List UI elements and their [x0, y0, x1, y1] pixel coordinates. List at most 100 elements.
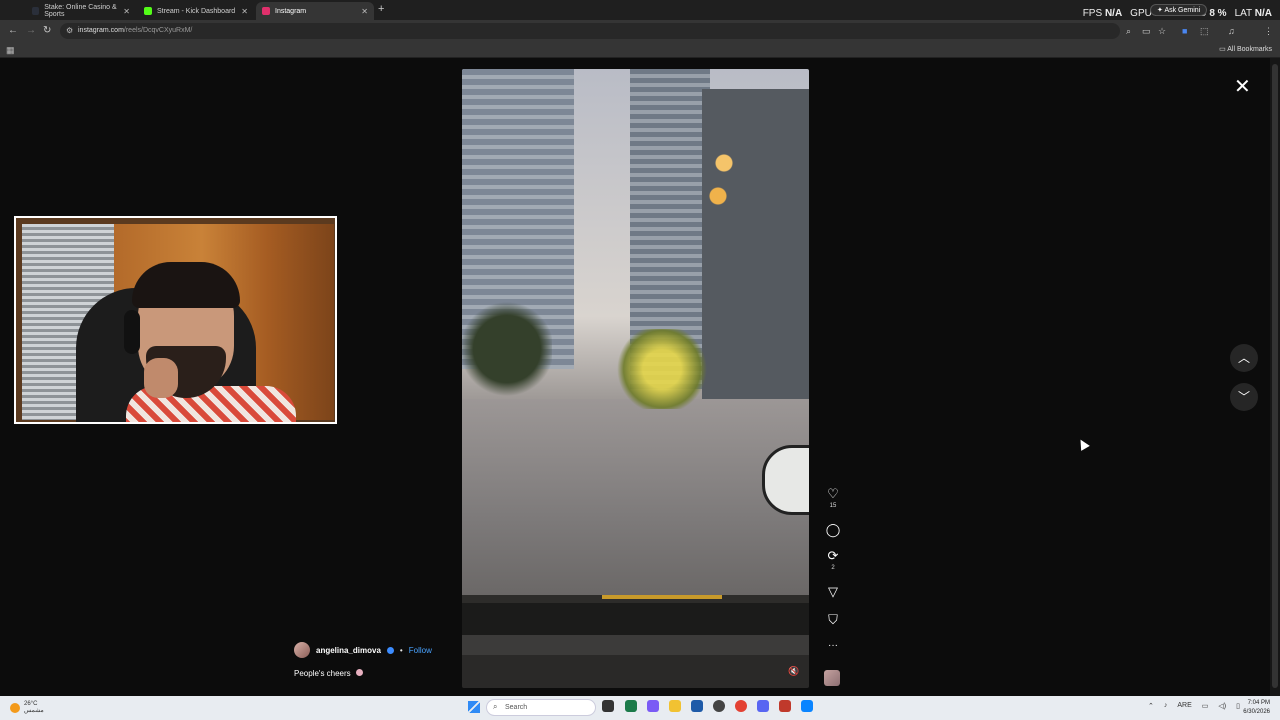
star-icon[interactable]: ☆ [1158, 26, 1166, 37]
bookmark-icon: ⛉ [828, 612, 838, 627]
volume-icon[interactable]: ◁) [1218, 702, 1226, 710]
sun-icon [10, 703, 20, 713]
more-options-button[interactable]: ··· [822, 640, 844, 651]
close-reel-icon[interactable]: ✕ [1234, 74, 1251, 99]
stake-favicon-icon [32, 7, 40, 15]
url-host: instagram.com [78, 27, 124, 34]
search-placeholder: Search [505, 704, 528, 711]
streamer-webcam [14, 216, 337, 424]
reel-video[interactable] [462, 69, 809, 688]
caption-text: People's cheers [294, 669, 351, 678]
back-arrow-icon[interactable]: ← [8, 25, 18, 36]
lat-stat: LAT N/A [1234, 8, 1272, 19]
tab-instagram[interactable]: Instagram ✕ [256, 2, 374, 20]
kick-favicon-icon [144, 7, 152, 15]
discord-icon[interactable] [757, 700, 769, 712]
chevron-up-icon[interactable]: ⌃ [1148, 702, 1154, 710]
page-scrollbar[interactable] [1270, 58, 1280, 696]
forward-arrow-icon[interactable]: → [26, 25, 36, 36]
video-lit-trees [612, 329, 712, 409]
reload-icon[interactable]: ↻ [43, 25, 51, 36]
copilot-icon[interactable] [647, 700, 659, 712]
ask-gemini-button[interactable]: ✦ Ask Gemini [1150, 4, 1208, 16]
repost-count: 2 [831, 565, 835, 571]
streamer-hand [144, 358, 178, 398]
previous-reel-button[interactable]: ︿ [1230, 344, 1258, 372]
streamer-hair [132, 262, 240, 308]
language-indicator[interactable]: ARE [1177, 702, 1191, 710]
audio-thumbnail[interactable] [824, 670, 840, 686]
headphones [124, 310, 140, 354]
windows-taskbar: 26°C مشمس ⌕ Search ⌃ ♪ ARE ▭ ◁) ▯ 7:04 P… [0, 696, 1280, 720]
zoom-icon[interactable]: ⌕ [1126, 26, 1131, 37]
mute-icon[interactable]: 🔇 [788, 666, 799, 677]
app-icon[interactable] [625, 700, 637, 712]
address-bar[interactable]: ⚙ instagram.com/reels/DcqvCXyuRxM/ [60, 23, 1120, 39]
like-count: 15 [829, 503, 837, 509]
clock-date: 6/30/2026 [1243, 709, 1270, 715]
network-icon[interactable]: ▭ [1202, 702, 1209, 710]
save-button[interactable]: ⛉ [822, 612, 844, 628]
tab-stake[interactable]: Stake: Online Casino & Sports ✕ [26, 2, 136, 20]
system-tray: ⌃ ♪ ARE ▭ ◁) ▯ [1148, 702, 1240, 710]
heart-icon: ♡ [827, 486, 839, 501]
tab-label: Instagram [275, 7, 307, 15]
obs-icon[interactable] [713, 700, 725, 712]
reel-caption[interactable]: People's cheers [294, 669, 363, 678]
video-dashboard [462, 595, 809, 688]
all-bookmarks-button[interactable]: ▭ All Bookmarks [1219, 45, 1272, 53]
windows-start-icon[interactable] [468, 701, 480, 713]
tab-kick-dashboard[interactable]: Stream - Kick Dashboard ✕ [138, 2, 254, 20]
file-explorer-icon[interactable] [669, 700, 681, 712]
media-icon[interactable]: ♫ [1228, 26, 1235, 36]
menu-kebab-icon[interactable]: ⋮ [1264, 26, 1273, 37]
app-blue-icon[interactable] [801, 700, 813, 712]
video-dashboard-glow [602, 595, 722, 599]
url-path: /reels/DcqvCXyuRxM/ [123, 27, 193, 34]
share-button[interactable]: ▽ [822, 584, 844, 600]
tab-close-icon[interactable]: ✕ [123, 7, 130, 16]
cast-icon[interactable]: ▭ [1142, 26, 1151, 37]
video-building-sign [694, 119, 754, 229]
battery-icon[interactable]: ▯ [1236, 702, 1240, 710]
site-info-icon[interactable]: ⚙ [66, 26, 73, 35]
microphone-icon[interactable]: ♪ [1164, 702, 1168, 710]
author-avatar[interactable] [294, 642, 310, 658]
send-icon: ▽ [828, 584, 838, 599]
weather-desc: مشمس [24, 708, 44, 714]
extension-icon[interactable]: ■ [1182, 26, 1187, 36]
puzzle-icon[interactable]: ⬚ [1200, 26, 1209, 37]
task-view-icon[interactable] [602, 700, 614, 712]
tab-close-icon[interactable]: ✕ [361, 7, 368, 16]
follow-button[interactable]: Follow [409, 646, 432, 655]
app-red-icon[interactable] [779, 700, 791, 712]
comment-icon: ◯ [825, 522, 841, 537]
weather-temp: 26°C [24, 701, 38, 707]
browser-toolbar: ← → ↻ ⚙ instagram.com/reels/DcqvCXyuRxM/… [0, 20, 1280, 42]
video-side-mirror [762, 445, 809, 515]
taskbar-search[interactable]: ⌕ Search [486, 699, 596, 716]
scrollbar-thumb[interactable] [1272, 64, 1278, 688]
clock-time: 7:04 PM [1247, 700, 1270, 706]
apps-grid-icon[interactable]: ▦ [6, 45, 15, 56]
tab-close-icon[interactable]: ✕ [241, 7, 248, 16]
fps-stat: FPS N/A [1082, 8, 1123, 19]
emoji-icon [355, 669, 363, 676]
repost-button[interactable]: ⟳ 2 [822, 548, 844, 571]
weather-widget[interactable]: 26°C مشمس [10, 701, 44, 715]
bookmarks-bar: ▦ ▭ All Bookmarks [0, 42, 1280, 58]
taskbar-clock[interactable]: 7:04 PM 6/30/2026 [1243, 699, 1270, 717]
tab-label: Stream - Kick Dashboard [157, 7, 236, 15]
video-road [462, 399, 809, 599]
instagram-favicon-icon [262, 7, 270, 15]
repost-icon: ⟳ [827, 548, 839, 563]
store-icon[interactable] [691, 700, 703, 712]
all-bookmarks-label: All Bookmarks [1227, 46, 1272, 53]
chrome-icon[interactable] [735, 700, 747, 712]
new-tab-button[interactable]: + [378, 3, 384, 15]
next-reel-button[interactable]: ﹀ [1230, 383, 1258, 411]
comment-button[interactable]: ◯ [822, 522, 844, 538]
like-button[interactable]: ♡ 15 [822, 486, 844, 509]
author-username[interactable]: angelina_dimova [316, 646, 381, 655]
tab-label: Stake: Online Casino & Sports [44, 4, 117, 18]
